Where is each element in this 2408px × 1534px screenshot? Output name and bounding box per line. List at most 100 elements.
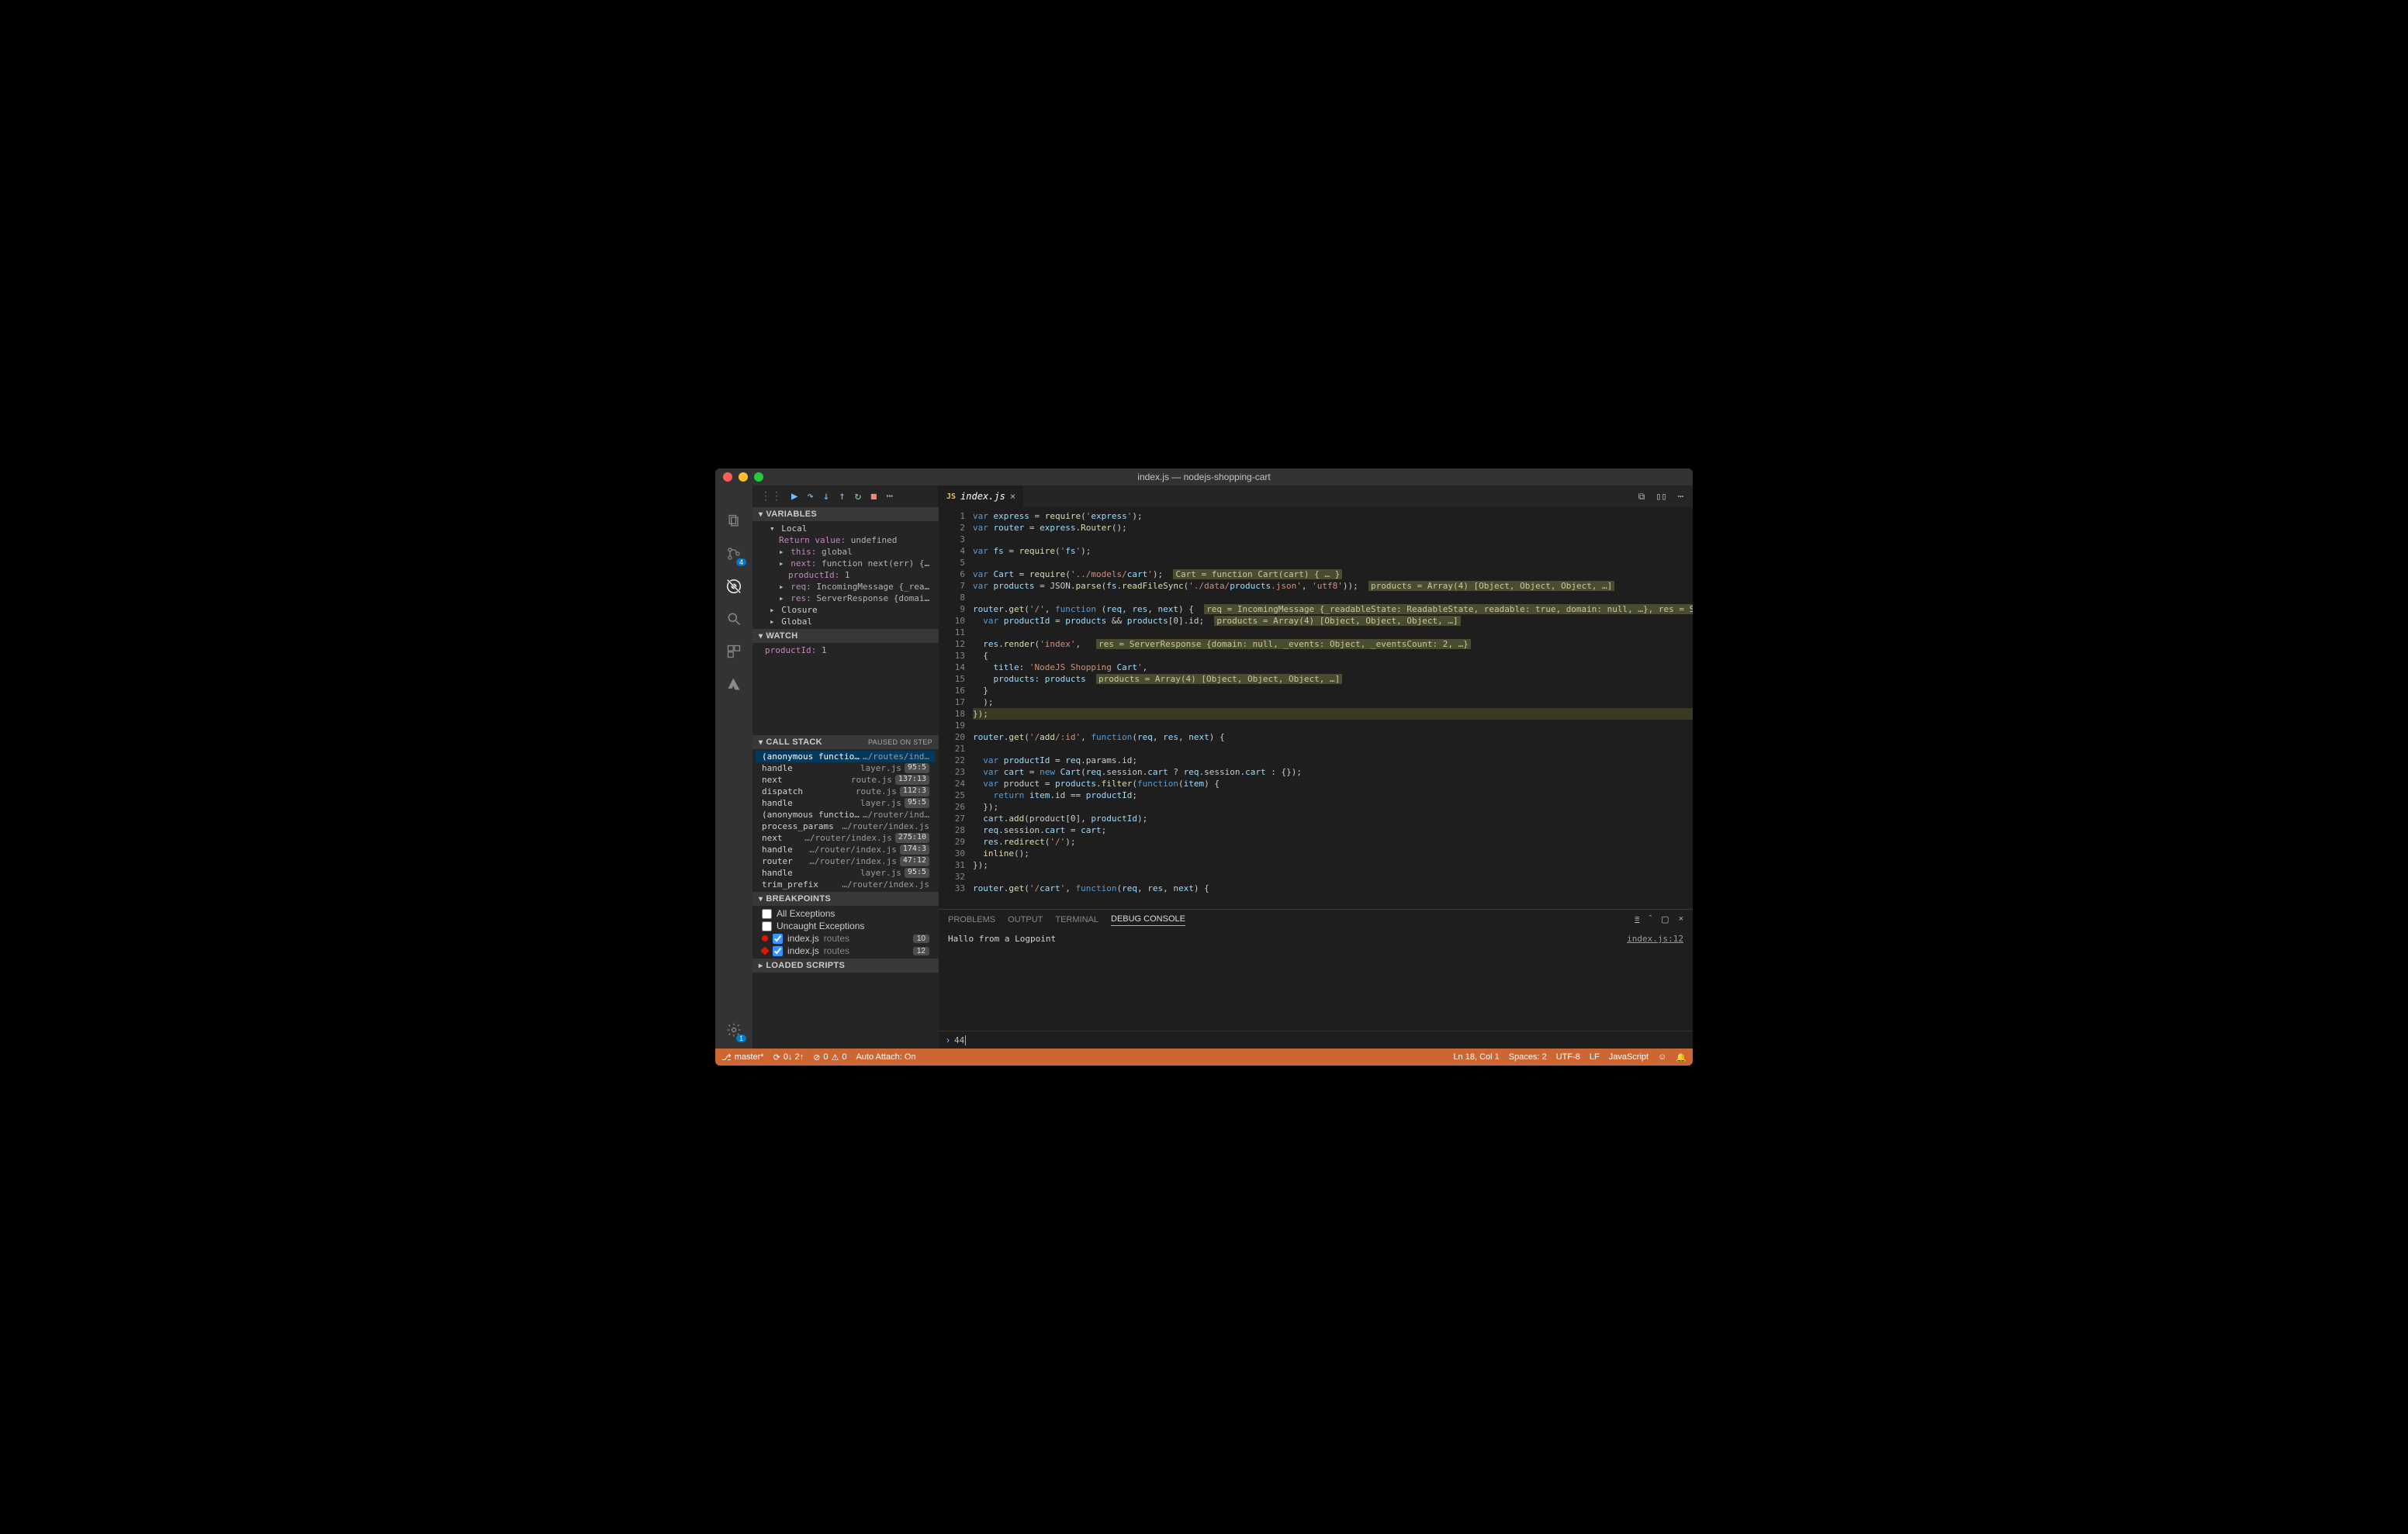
bell-icon[interactable]: 🔔 (1676, 1052, 1687, 1062)
variable-return[interactable]: Return value: undefined (756, 534, 936, 546)
code-line[interactable]: var products = JSON.parse(fs.readFileSyn… (973, 580, 1693, 592)
code-line[interactable]: } (973, 685, 1693, 696)
status-eol[interactable]: LF (1590, 1052, 1600, 1062)
code-line[interactable]: var Cart = require('../models/cart'); Ca… (973, 568, 1693, 580)
callstack-header[interactable]: ▾CALL STACKPAUSED ON STEP (752, 735, 939, 749)
continue-icon[interactable]: ▶ (791, 490, 797, 503)
tab-index-js[interactable]: JS index.js × (939, 485, 1024, 507)
step-over-icon[interactable]: ↷ (807, 490, 813, 503)
callstack-row[interactable]: trim_prefix…/router/index.js (756, 879, 936, 890)
status-branch[interactable]: ⎇master* (721, 1052, 764, 1062)
code-line[interactable]: var router = express.Router(); (973, 522, 1693, 534)
code-line[interactable] (973, 743, 1693, 755)
azure-icon[interactable] (723, 673, 745, 695)
variables-header[interactable]: ▾VARIABLES (752, 507, 939, 521)
search-icon[interactable] (723, 608, 745, 630)
callstack-row[interactable]: process_params…/router/index.js (756, 821, 936, 832)
code-line[interactable]: var productId = req.params.id; (973, 755, 1693, 766)
code-line[interactable] (973, 557, 1693, 568)
bp-checkbox[interactable] (773, 934, 783, 944)
callstack-row[interactable]: (anonymous function)…/router/ind… (756, 809, 936, 821)
breakpoints-header[interactable]: ▾BREAKPOINTS (752, 892, 939, 906)
status-encoding[interactable]: UTF-8 (1556, 1052, 1580, 1062)
drag-handle-icon[interactable]: ⋮⋮ (760, 490, 782, 503)
variable-productid[interactable]: productId: 1 (756, 569, 936, 581)
tab-debug-console[interactable]: DEBUG CONSOLE (1111, 913, 1185, 926)
code-line[interactable]: req.session.cart = cart; (973, 824, 1693, 836)
callstack-row[interactable]: handlelayer.js95:5 (756, 797, 936, 809)
maximize-panel-icon[interactable]: ▢ (1661, 914, 1669, 924)
callstack-row[interactable]: handle…/router/index.js174:3 (756, 844, 936, 855)
status-position[interactable]: Ln 18, Col 1 (1453, 1052, 1499, 1062)
code-line[interactable] (973, 627, 1693, 638)
debug-console-body[interactable]: Hallo from a Logpoint index.js:12 (939, 929, 1693, 1031)
collapse-icon[interactable]: ˆ (1649, 914, 1652, 924)
breakpoint-item[interactable]: index.js routes12 (756, 945, 936, 957)
editor-more-icon[interactable]: ⋯ (1678, 491, 1683, 502)
code-line[interactable]: { (973, 650, 1693, 662)
callstack-row[interactable]: dispatchroute.js112:3 (756, 786, 936, 797)
code-line[interactable] (973, 871, 1693, 883)
loaded-scripts-header[interactable]: ▸LOADED SCRIPTS (752, 959, 939, 973)
code-line[interactable]: res.redirect('/'); (973, 836, 1693, 848)
callstack-row[interactable]: (anonymous function)…/routes/ind… (756, 751, 936, 762)
filter-icon[interactable]: ≡ (1635, 914, 1639, 924)
code-line[interactable]: }); (973, 708, 1693, 720)
callstack-row[interactable]: router…/router/index.js47:12 (756, 855, 936, 867)
debug-icon[interactable] (723, 575, 745, 597)
scope-local[interactable]: ▾ Local (756, 523, 936, 534)
close-tab-icon[interactable]: × (1010, 491, 1015, 502)
variable-next[interactable]: ▸ next: function next(err) { … } (756, 558, 936, 569)
scope-global[interactable]: ▸ Global (756, 616, 936, 627)
tab-terminal[interactable]: TERMINAL (1055, 914, 1098, 926)
feedback-icon[interactable]: ☺ (1658, 1052, 1666, 1062)
code-line[interactable]: var express = require('express'); (973, 510, 1693, 522)
code-line[interactable]: var product = products.filter(function(i… (973, 778, 1693, 789)
status-auto-attach[interactable]: Auto Attach: On (856, 1052, 915, 1062)
code-line[interactable]: products: products products = Array(4) [… (973, 673, 1693, 685)
bp-all-exceptions[interactable]: All Exceptions (756, 907, 936, 920)
code-line[interactable] (973, 720, 1693, 731)
split-editor-icon[interactable]: ▯▯ (1656, 491, 1666, 502)
code-line[interactable]: var cart = new Cart(req.session.cart ? r… (973, 766, 1693, 778)
callstack-row[interactable]: next…/router/index.js275:10 (756, 832, 936, 844)
code-line[interactable]: var productId = products && products[0].… (973, 615, 1693, 627)
code-line[interactable]: return item.id == productId; (973, 789, 1693, 801)
code-line[interactable]: cart.add(product[0], productId); (973, 813, 1693, 824)
scope-closure[interactable]: ▸ Closure (756, 604, 936, 616)
code-line[interactable]: title: 'NodeJS Shopping Cart', (973, 662, 1693, 673)
variable-res[interactable]: ▸ res: ServerResponse {domain: null… (756, 593, 936, 604)
bp-uncaught-exceptions[interactable]: Uncaught Exceptions (756, 920, 936, 932)
code-line[interactable]: }); (973, 801, 1693, 813)
source-control-icon[interactable]: 4 (723, 543, 745, 565)
stop-icon[interactable]: ◼ (870, 490, 877, 503)
breakpoint-item[interactable]: index.js routes10 (756, 932, 936, 945)
bp-checkbox[interactable] (773, 946, 783, 956)
settings-gear-icon[interactable]: 1 (723, 1019, 745, 1041)
callstack-row[interactable]: nextroute.js137:13 (756, 774, 936, 786)
code-line[interactable]: res.render('index', res = ServerResponse… (973, 638, 1693, 650)
step-into-icon[interactable]: ↓ (823, 490, 829, 503)
code-line[interactable]: router.get('/cart', function(req, res, n… (973, 883, 1693, 894)
variable-req[interactable]: ▸ req: IncomingMessage {_readableSt… (756, 581, 936, 593)
code-line[interactable] (973, 592, 1693, 603)
bp-checkbox[interactable] (762, 921, 772, 931)
tab-output[interactable]: OUTPUT (1008, 914, 1043, 926)
compare-changes-icon[interactable]: ⧉ (1638, 491, 1645, 503)
watch-item[interactable]: productId: 1 (756, 644, 936, 656)
variable-this[interactable]: ▸ this: global (756, 546, 936, 558)
step-out-icon[interactable]: ↑ (839, 490, 845, 503)
watch-header[interactable]: ▾WATCH (752, 629, 939, 643)
code-line[interactable] (973, 534, 1693, 545)
code-line[interactable]: router.get('/add/:id', function(req, res… (973, 731, 1693, 743)
code-area[interactable]: var express = require('express');var rou… (970, 507, 1693, 909)
code-line[interactable]: }); (973, 859, 1693, 871)
status-spaces[interactable]: Spaces: 2 (1509, 1052, 1547, 1062)
more-icon[interactable]: ⋯ (887, 490, 893, 503)
console-source-link[interactable]: index.js:12 (1627, 934, 1683, 1026)
extensions-icon[interactable] (723, 641, 745, 662)
callstack-row[interactable]: handlelayer.js95:5 (756, 867, 936, 879)
status-errors[interactable]: ⊘0 ⚠0 (813, 1052, 846, 1062)
bp-checkbox[interactable] (762, 909, 772, 919)
repl-input-row[interactable]: › 44 (939, 1031, 1693, 1049)
